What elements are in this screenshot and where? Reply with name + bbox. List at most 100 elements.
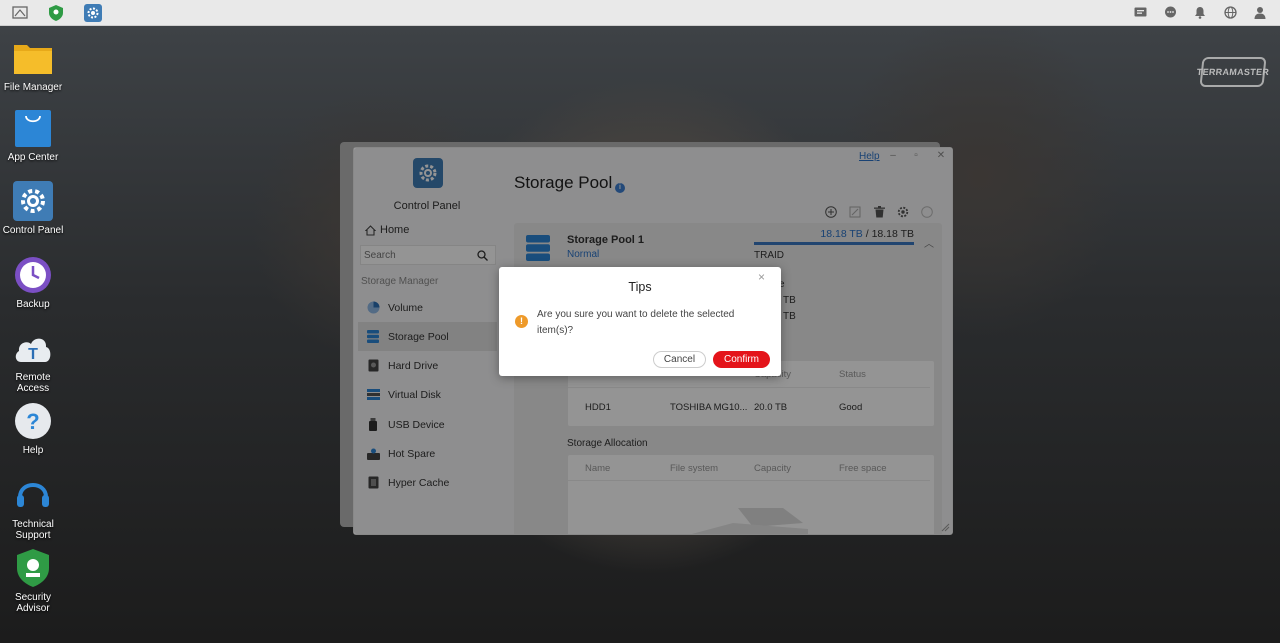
control-panel-gear-icon	[413, 158, 443, 188]
home-link[interactable]: Home	[365, 224, 409, 236]
storage-pool-icon	[526, 235, 550, 261]
svg-text:?: ?	[26, 409, 39, 434]
detail-fragment: TB	[783, 311, 796, 322]
info-icon[interactable]: i	[615, 183, 625, 193]
message-icon[interactable]	[1132, 5, 1148, 21]
language-globe-icon[interactable]	[1222, 5, 1238, 21]
section-storage-manager: Storage Manager	[361, 276, 439, 287]
drive-capacity: 20.0 TB	[754, 402, 788, 413]
label-line2: Support	[15, 530, 51, 541]
edit-icon[interactable]	[848, 205, 862, 219]
top-taskbar	[0, 0, 1280, 26]
control-panel-taskbar-icon[interactable]	[84, 3, 102, 22]
delete-confirm-dialog: Tips × ! Are you sure you want to delete…	[499, 267, 781, 376]
home-icon	[365, 224, 376, 236]
sidebar-item-label: Hard Drive	[388, 359, 439, 372]
sidebar-item-volume[interactable]: Volume	[358, 293, 497, 322]
confirm-button[interactable]: Confirm	[713, 351, 770, 368]
desktop-remote-access[interactable]: T Remote Access	[0, 328, 66, 394]
security-advisor-taskbar-icon[interactable]	[48, 4, 64, 21]
chat-icon[interactable]	[1162, 5, 1178, 21]
capacity-used: 18.18 TB	[820, 228, 863, 240]
notification-bell-icon[interactable]	[1192, 5, 1208, 21]
delete-trash-icon[interactable]	[872, 205, 886, 219]
hyper-cache-icon	[366, 476, 380, 490]
label-line2: Advisor	[16, 603, 50, 614]
col-header-file-system: File system	[670, 463, 719, 474]
terramaster-logo: TERRAMASTER	[1196, 57, 1270, 87]
sidebar-item-usb-device[interactable]: USB Device	[358, 410, 497, 439]
virtual-disk-icon	[366, 388, 380, 402]
more-icon[interactable]	[920, 205, 934, 219]
minimize-button[interactable]: –	[887, 150, 899, 161]
drive-status: Good	[839, 402, 863, 413]
warning-icon: !	[515, 315, 528, 328]
volume-pie-icon	[366, 301, 380, 315]
desktop-file-manager[interactable]: File Manager	[0, 38, 66, 93]
sidebar-item-virtual-disk[interactable]: Virtual Disk	[358, 380, 497, 409]
user-account-icon[interactable]	[1252, 5, 1268, 21]
sidebar-item-storage-pool[interactable]: Storage Pool	[358, 322, 497, 351]
col-header-status: Status	[839, 369, 866, 380]
pool-status: Normal	[567, 249, 600, 260]
sidebar-title: Control Panel	[393, 200, 461, 212]
desktop-technical-support[interactable]: Technical Support	[0, 475, 66, 541]
show-desktop-icon[interactable]	[12, 5, 28, 21]
search-input[interactable]	[361, 246, 473, 264]
sidebar-item-label: Storage Pool	[388, 330, 449, 343]
shopping-bag-icon	[13, 108, 53, 148]
sidebar-item-hyper-cache[interactable]: Hyper Cache	[358, 468, 497, 497]
page-title: Storage Pool	[514, 173, 613, 192]
search-icon[interactable]	[473, 246, 491, 264]
col-header-name: Name	[585, 463, 611, 474]
sidebar-item-hard-drive[interactable]: Hard Drive	[358, 351, 497, 380]
home-label: Home	[380, 224, 410, 236]
sidebar-item-label: USB Device	[388, 418, 445, 431]
hot-spare-icon	[366, 447, 380, 461]
cloud-icon: T	[13, 328, 53, 368]
label-line1: Security	[14, 592, 52, 603]
question-mark-icon: ?	[13, 401, 53, 441]
close-icon[interactable]: ×	[758, 270, 765, 284]
pool-raid-type: TRAID	[754, 250, 784, 261]
help-link[interactable]: Help	[859, 151, 880, 162]
pool-name: Storage Pool 1	[567, 234, 645, 246]
folder-icon	[13, 38, 53, 78]
dialog-title: Tips	[628, 280, 652, 294]
desktop-control-panel[interactable]: Control Panel	[0, 181, 66, 236]
usb-icon	[366, 418, 380, 432]
desktop-security-advisor[interactable]: Security Advisor	[0, 548, 66, 614]
detail-fragment: TB	[783, 295, 796, 306]
close-button[interactable]: ✕	[935, 150, 947, 161]
backup-clock-icon	[13, 255, 53, 295]
desktop-backup[interactable]: Backup	[0, 255, 66, 310]
hard-drive-icon	[366, 359, 380, 373]
divider	[568, 387, 930, 388]
resize-handle-icon[interactable]	[941, 523, 950, 532]
allocation-table: Name File system Capacity Free space	[568, 455, 934, 534]
sidebar-item-label: Virtual Disk	[388, 388, 441, 401]
desktop-help[interactable]: ? Help	[0, 401, 66, 456]
capacity-bar	[754, 242, 914, 245]
sidebar: Control Panel Home Storage Manager Volum…	[354, 148, 514, 534]
col-header-free-space: Free space	[839, 463, 887, 474]
sidebar-item-label: Hot Spare	[388, 447, 436, 460]
gear-icon	[13, 181, 53, 221]
desktop-app-center[interactable]: App Center	[0, 108, 66, 163]
col-header-capacity: Capacity	[754, 463, 791, 474]
svg-text:T: T	[28, 346, 38, 363]
maximize-button[interactable]: ▫	[910, 150, 922, 161]
cancel-button[interactable]: Cancel	[653, 351, 706, 368]
settings-gear-icon[interactable]	[896, 205, 910, 219]
sidebar-item-label: Hyper Cache	[388, 476, 450, 489]
chevron-up-icon[interactable]: ︿	[924, 235, 934, 250]
sidebar-item-hot-spare[interactable]: Hot Spare	[358, 439, 497, 468]
storage-allocation-title: Storage Allocation	[567, 438, 648, 449]
add-icon[interactable]	[824, 205, 838, 219]
dialog-message: Are you sure you want to delete the sele…	[537, 309, 735, 336]
label-line1: Technical	[12, 519, 54, 530]
divider	[568, 480, 930, 481]
search-box	[360, 245, 496, 265]
capacity-total: 18.18 TB	[871, 228, 914, 240]
headset-icon	[13, 475, 53, 515]
